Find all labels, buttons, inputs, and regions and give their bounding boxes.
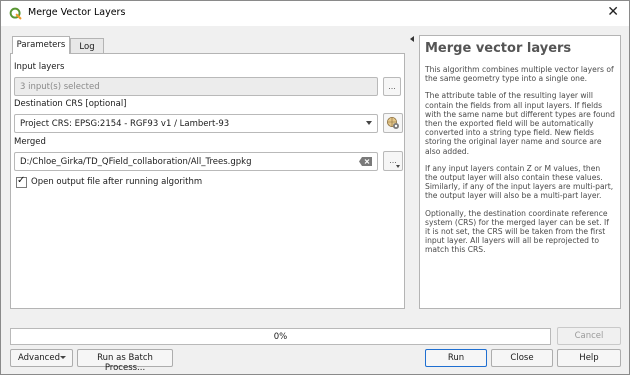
- help-paragraph: The attribute table of the resulting lay…: [425, 91, 615, 156]
- open-output-label: Open output file after running algorithm: [31, 177, 203, 187]
- advanced-button-label: Advanced: [18, 353, 60, 363]
- collapse-arrow-icon[interactable]: [410, 36, 414, 42]
- input-layers-label: Input layers: [14, 62, 65, 72]
- help-button-label: Help: [579, 353, 599, 363]
- merged-output-value: D:/Chloe_Girka/TD_QField_collaboration/A…: [20, 157, 252, 167]
- crs-selector-button[interactable]: [383, 113, 403, 133]
- chevron-down-icon: [60, 356, 66, 359]
- merged-output-browse-label: ...: [389, 156, 397, 165]
- open-output-checkbox[interactable]: [16, 175, 27, 188]
- dest-crs-label: Destination CRS [optional]: [14, 99, 127, 109]
- input-layers-browse-button[interactable]: ...: [383, 77, 401, 96]
- merged-output-browse-button[interactable]: ...: [383, 151, 403, 171]
- input-layers-field[interactable]: 3 input(s) selected: [14, 77, 378, 96]
- run-button[interactable]: Run: [425, 349, 487, 367]
- advanced-button[interactable]: Advanced: [10, 349, 73, 367]
- dest-crs-value: Project CRS: EPSG:2154 - RGF93 v1 / Lamb…: [20, 119, 230, 129]
- tab-parameters[interactable]: Parameters: [12, 36, 70, 54]
- title-bar: Merge Vector Layers ✕: [1, 1, 629, 26]
- tab-log-label: Log: [79, 42, 95, 52]
- run-button-label: Run: [447, 353, 465, 363]
- chevron-down-icon: [396, 165, 400, 168]
- help-paragraph: Optionally, the destination coordinate r…: [425, 208, 609, 255]
- close-button[interactable]: Close: [491, 349, 553, 367]
- help-title: Merge vector layers: [425, 41, 572, 56]
- tab-parameters-label: Parameters: [16, 40, 66, 50]
- help-paragraph: If any input layers contain Z or M value…: [425, 163, 614, 201]
- close-icon[interactable]: ✕: [607, 4, 619, 20]
- window-title: Merge Vector Layers: [28, 7, 126, 18]
- progress-bar: 0%: [10, 328, 551, 345]
- globe-gear-icon: [387, 117, 399, 129]
- run-batch-button-label: Run as Batch Process...: [97, 353, 153, 373]
- clear-text-icon[interactable]: [359, 157, 372, 166]
- run-batch-button[interactable]: Run as Batch Process...: [77, 349, 173, 373]
- close-button-label: Close: [510, 353, 534, 363]
- qgis-logo-icon: [9, 7, 22, 20]
- cancel-button-label: Cancel: [574, 331, 604, 341]
- cancel-button[interactable]: Cancel: [557, 327, 621, 345]
- merged-output-field[interactable]: D:/Chloe_Girka/TD_QField_collaboration/A…: [14, 152, 378, 171]
- help-paragraph: This algorithm combines multiple vector …: [425, 65, 614, 84]
- help-panel: Merge vector layers This algorithm combi…: [419, 35, 621, 309]
- help-button[interactable]: Help: [557, 349, 621, 367]
- merged-label: Merged: [14, 137, 46, 147]
- progress-label: 0%: [273, 332, 288, 342]
- chevron-down-icon: [366, 121, 372, 125]
- dialog-window: Merge Vector Layers ✕ Parameters Log Inp…: [0, 0, 630, 375]
- dest-crs-select[interactable]: Project CRS: EPSG:2154 - RGF93 v1 / Lamb…: [14, 114, 378, 133]
